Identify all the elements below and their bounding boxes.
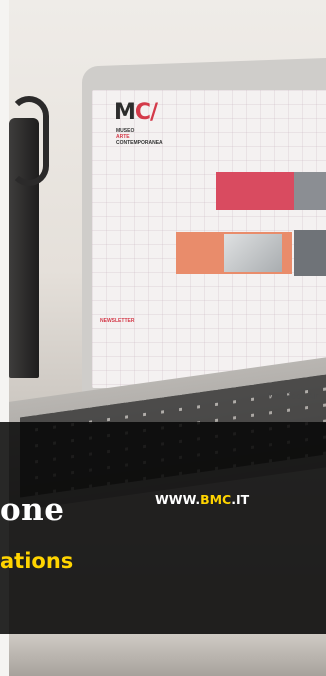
- screen-panel-dark: [294, 230, 326, 276]
- headline-text: one: [0, 492, 65, 528]
- website-link[interactable]: WWW.BMC.IT: [155, 492, 249, 507]
- museo-title: MUSEO ARTE CONTEMPORANEA: [116, 128, 163, 146]
- laptop-model-label: MacBook Air: [268, 391, 319, 401]
- screen-newsletter-label: NEWSLETTER: [100, 318, 135, 324]
- laptop-screen: MC/ MUSEO ARTE CONTEMPORANEA NEWSLETTER: [92, 90, 326, 388]
- scissors-handle: [9, 96, 49, 186]
- subline-text: ations: [0, 549, 74, 573]
- screen-panel-red: [216, 172, 294, 210]
- ad-banner: MC/ MUSEO ARTE CONTEMPORANEA NEWSLETTER …: [0, 0, 326, 676]
- bottom-photo-strip: [9, 634, 326, 676]
- screen-panel-grey: [294, 172, 326, 210]
- text-overlay-band: [0, 422, 326, 634]
- mc-logo: MC/: [114, 100, 158, 125]
- screen-panel-photo: [224, 234, 282, 272]
